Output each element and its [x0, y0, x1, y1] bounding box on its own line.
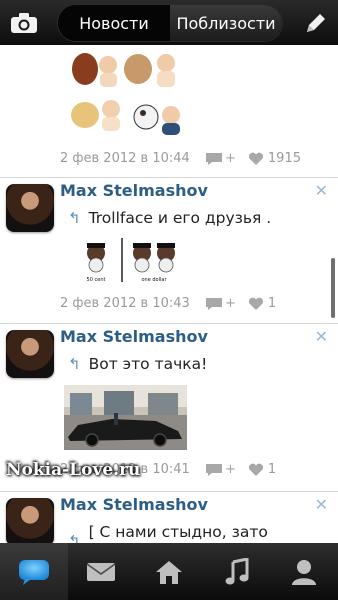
post-author[interactable]: Max Stelmashov	[60, 495, 208, 514]
pets-and-babies-photo	[63, 47, 193, 139]
edit-button[interactable]	[302, 8, 330, 38]
music-note-icon	[225, 557, 249, 584]
news-feed[interactable]: 2 фев 2012 в 10:44 + 1915 Max Stelmashov…	[0, 45, 338, 543]
nav-mail[interactable]	[68, 543, 136, 600]
trollface-picture: 50 cent one dollar	[82, 236, 186, 286]
feed-post: Max Stelmashov ✕ ↰ Trollface и его друзь…	[0, 178, 338, 324]
like-button[interactable]: 1	[248, 462, 276, 477]
profile-icon	[292, 559, 317, 585]
top-bar: Новости Поблизости	[0, 0, 338, 45]
post-text: [ С нами стыдно, зато весело...	[88, 523, 268, 543]
nav-home[interactable]	[135, 543, 203, 600]
image-label-1: 50 cent	[87, 277, 106, 283]
heart-icon	[248, 297, 263, 310]
home-icon	[155, 560, 182, 584]
like-count: 1	[267, 296, 277, 311]
repost-icon: ↰	[68, 532, 81, 543]
avatar[interactable]	[6, 498, 54, 543]
avatar[interactable]	[6, 184, 54, 232]
post-date: 2 фев 2012 в 10:43	[60, 296, 190, 311]
heart-icon	[248, 152, 263, 165]
comment-button[interactable]: +	[205, 151, 236, 166]
avatar[interactable]	[6, 330, 54, 378]
comment-plus: +	[225, 151, 236, 166]
post-author[interactable]: Max Stelmashov	[60, 181, 208, 200]
nav-messages-chat[interactable]	[0, 543, 68, 600]
bottom-nav	[0, 543, 338, 600]
repost-icon: ↰	[68, 355, 81, 373]
like-count: 1	[267, 462, 277, 477]
envelope-icon	[86, 562, 116, 581]
tab-news[interactable]: Новости	[58, 5, 170, 41]
close-icon[interactable]: ✕	[315, 327, 328, 346]
like-button[interactable]: 1	[248, 296, 276, 311]
like-button[interactable]: 1915	[248, 151, 301, 166]
tab-nearby[interactable]: Поблизости	[170, 5, 282, 41]
post-text-row: ↰ [ С нами стыдно, зато весело...	[68, 523, 338, 543]
nav-profile[interactable]	[270, 543, 338, 600]
comment-icon	[206, 152, 222, 165]
heart-icon	[248, 463, 263, 476]
repost-icon: ↰	[68, 209, 81, 227]
camera-icon	[11, 13, 37, 33]
chat-bubble-icon	[18, 559, 49, 585]
close-icon[interactable]: ✕	[315, 181, 328, 200]
comment-button[interactable]: +	[205, 296, 236, 311]
watermark: Nokia-Love.ru	[6, 460, 141, 480]
feed-post: 2 фев 2012 в 10:44 + 1915	[0, 45, 338, 178]
post-text: Trollface и его друзья .	[88, 209, 272, 227]
post-date: 2 фев 2012 в 10:44	[60, 151, 190, 166]
post-text-row: ↰ Trollface и его друзья .	[68, 209, 271, 227]
pencil-icon	[307, 14, 325, 32]
post-author[interactable]: Max Stelmashov	[60, 327, 208, 346]
like-count: 1915	[267, 151, 301, 166]
comment-icon	[206, 463, 222, 476]
camera-button[interactable]	[8, 8, 40, 38]
feed-post: Max Stelmashov ✕ ↰ [ С нами стыдно, зато…	[0, 492, 338, 543]
black-sports-car-photo	[64, 385, 187, 450]
close-icon[interactable]: ✕	[315, 495, 328, 514]
post-text: Вот это тачка!	[88, 355, 208, 373]
feed-tabs: Новости Поблизости	[57, 4, 283, 42]
image-label-2: one dollar	[141, 277, 167, 283]
comment-button[interactable]: +	[205, 462, 236, 477]
post-meta: 2 фев 2012 в 10:44 + 1915	[60, 151, 310, 166]
scrollbar[interactable]	[331, 258, 335, 318]
comment-icon	[206, 297, 222, 310]
comment-plus: +	[225, 462, 236, 477]
nav-music[interactable]	[203, 543, 271, 600]
post-text-row: ↰ Вот это тачка!	[68, 355, 207, 373]
post-meta: 2 фев 2012 в 10:43 + 1	[60, 296, 310, 311]
comment-plus: +	[225, 296, 236, 311]
